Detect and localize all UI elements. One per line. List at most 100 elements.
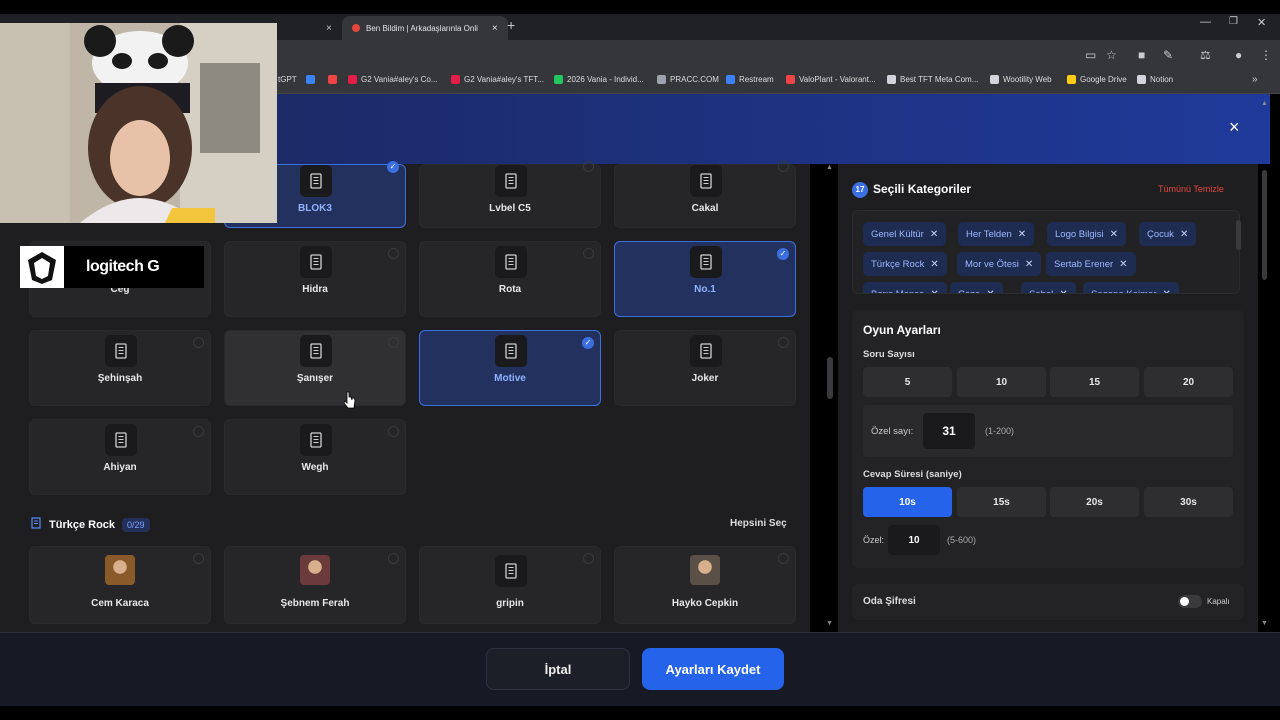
remove-tag-icon[interactable]: ✕ [1180, 229, 1188, 240]
artist-card[interactable]: Cem Karaca [29, 546, 211, 624]
more-bookmarks-icon[interactable]: » [1252, 74, 1258, 85]
cancel-button[interactable]: İptal [486, 648, 630, 690]
bookmark-favicon-icon [1067, 75, 1076, 84]
artist-card[interactable]: Hayko Cepkin [614, 546, 796, 624]
profile-avatar[interactable]: ● [1235, 48, 1242, 62]
category-card[interactable]: Lvbel C5 [419, 161, 601, 228]
close-modal-icon[interactable]: × [1229, 117, 1240, 138]
page-scroll-up-icon[interactable]: ▲ [1261, 100, 1268, 107]
category-card[interactable]: Hidra [224, 241, 406, 317]
remove-tag-icon[interactable]: ✕ [1059, 289, 1067, 294]
scroll-up-icon[interactable]: ▲ [826, 164, 833, 171]
room-password-label: Oda Şifresi [863, 596, 916, 607]
answer-time-option[interactable]: 20s [1050, 487, 1139, 517]
puzzle-icon[interactable]: ✎ [1163, 48, 1173, 62]
answer-time-option[interactable]: 10s [863, 487, 952, 517]
bookmark-label: G2 Vania#aley's Co... [361, 75, 438, 84]
bookmark-item[interactable]: Wootility Web [990, 75, 1052, 84]
remove-tag-icon[interactable]: ✕ [1025, 259, 1033, 270]
menu-icon[interactable]: ⋮ [1260, 48, 1272, 62]
category-card-label: No.1 [694, 284, 716, 295]
extension-icon[interactable]: ■ [1138, 48, 1145, 62]
category-card[interactable]: Şanışer [224, 330, 406, 406]
remove-tag-icon[interactable]: ✕ [1162, 289, 1170, 294]
category-card[interactable]: Cakal [614, 161, 796, 228]
bookmark-star-icon[interactable]: ☆ [1106, 48, 1117, 62]
bookmark-item[interactable]: Best TFT Meta Com... [887, 75, 978, 84]
cast-icon[interactable]: ▭ [1085, 48, 1096, 62]
save-settings-button[interactable]: Ayarları Kaydet [642, 648, 784, 690]
artist-card[interactable]: gripin [419, 546, 601, 624]
bookmark-favicon-icon [657, 75, 666, 84]
close-tab-icon[interactable]: × [492, 23, 498, 34]
bookmark-favicon-icon [887, 75, 896, 84]
custom-time-label: Özel: [863, 535, 885, 545]
category-card[interactable]: Joker [614, 330, 796, 406]
category-card-label: Şanışer [296, 373, 334, 384]
tag-label: Sabel [1029, 288, 1054, 294]
tab-active[interactable]: Ben Bildim | Arkadaşlarınla Onli × [342, 16, 508, 40]
scroll-down-icon[interactable]: ▼ [826, 620, 833, 627]
remove-tag-icon[interactable]: ✕ [930, 229, 938, 240]
bookmark-item[interactable]: Google Drive [1067, 75, 1127, 84]
window-close-icon[interactable]: ✕ [1257, 16, 1266, 29]
category-card[interactable]: No.1 ✓ [614, 241, 796, 317]
question-count-option[interactable]: 5 [863, 367, 952, 397]
radio-icon [778, 161, 789, 172]
building-icon [495, 165, 527, 197]
restore-icon[interactable]: ❐ [1229, 16, 1238, 27]
custom-count-row [863, 405, 1233, 457]
question-count-option[interactable]: 10 [957, 367, 1046, 397]
clear-all-button[interactable]: Tümünü Temizle [1158, 184, 1224, 194]
custom-count-input[interactable]: 31 [923, 413, 975, 449]
bookmark-favicon-icon [306, 75, 315, 84]
minimize-icon[interactable]: — [1200, 16, 1211, 28]
close-tab-icon[interactable]: × [326, 23, 332, 34]
answer-time-option[interactable]: 30s [1144, 487, 1233, 517]
page-scroll-down-icon[interactable]: ▼ [1261, 620, 1268, 627]
building-icon [300, 246, 332, 278]
remove-tag-icon[interactable]: ✕ [930, 259, 938, 270]
bookmark-item[interactable]: PRACC.COM [657, 75, 719, 84]
select-all-button[interactable]: Hepsini Seç [730, 518, 787, 529]
category-card-label: Joker [691, 373, 719, 384]
bookmark-item[interactable] [306, 75, 319, 84]
left-scrollbar-thumb[interactable] [827, 357, 833, 399]
bookmark-item[interactable] [328, 75, 341, 84]
bookmark-item[interactable]: G2 Vania#aley's TFT... [451, 75, 544, 84]
category-tag: Sabel ✕ [1021, 282, 1076, 294]
bookmark-item[interactable]: G2 Vania#aley's Co... [348, 75, 438, 84]
custom-time-input[interactable]: 10 [888, 525, 940, 555]
category-tag: Sagopa Kajmer ✕ [1083, 282, 1179, 294]
labs-icon[interactable]: ⚖ [1200, 48, 1211, 62]
remove-tag-icon[interactable]: ✕ [1119, 259, 1127, 270]
favicon-icon [352, 24, 360, 32]
remove-tag-icon[interactable]: ✕ [986, 289, 994, 294]
bookmark-item[interactable]: Restream [726, 75, 774, 84]
remove-tag-icon[interactable]: ✕ [1018, 229, 1026, 240]
tags-scrollbar-thumb[interactable] [1236, 220, 1241, 250]
password-toggle[interactable] [1178, 595, 1202, 608]
logitech-g2-logo: logitech G [20, 246, 204, 288]
new-tab-button[interactable]: + [507, 17, 515, 33]
selected-tags-box: Genel Kültür ✕ Her Telden ✕ Logo Bilgisi ✕ Çoc… [852, 210, 1240, 294]
category-card[interactable]: Ahiyan [29, 419, 211, 495]
tag-label: Genel Kültür [871, 228, 924, 240]
question-count-option[interactable]: 15 [1050, 367, 1139, 397]
category-card[interactable]: Rota [419, 241, 601, 317]
artist-card[interactable]: Şebnem Ferah [224, 546, 406, 624]
bookmark-item[interactable]: 2026 Vania - Individ... [554, 75, 644, 84]
tag-label: Mor ve Ötesi [965, 258, 1019, 270]
question-count-option[interactable]: 20 [1144, 367, 1233, 397]
bookmark-favicon-icon [990, 75, 999, 84]
bookmark-item[interactable]: ValoPlant - Valorant... [786, 75, 876, 84]
category-card[interactable]: Şehinşah [29, 330, 211, 406]
tab-inactive[interactable]: × [280, 16, 342, 40]
remove-tag-icon[interactable]: ✕ [930, 289, 938, 294]
category-card[interactable]: Wegh [224, 419, 406, 495]
answer-time-option[interactable]: 15s [957, 487, 1046, 517]
remove-tag-icon[interactable]: ✕ [1110, 229, 1118, 240]
bookmark-item[interactable]: Notion [1137, 75, 1173, 84]
page-scrollbar-thumb[interactable] [1262, 170, 1267, 280]
category-card[interactable]: Motive ✓ [419, 330, 601, 406]
